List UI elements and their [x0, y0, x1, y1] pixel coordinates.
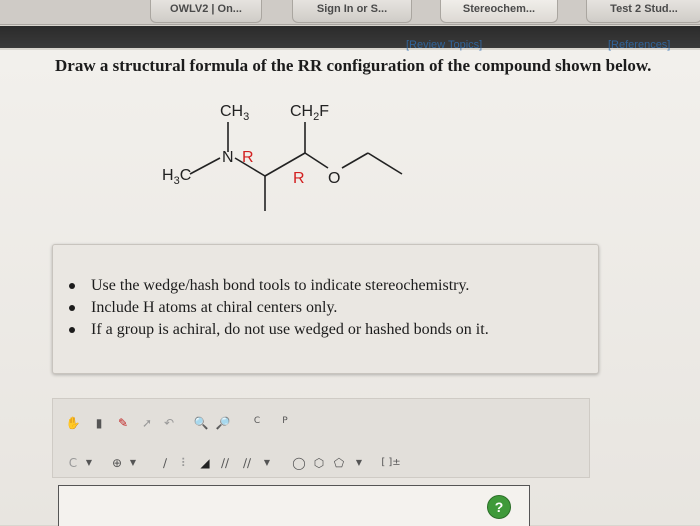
browser-tab-bar: OWLV2 | On... Sign In or S... Stereochem…	[0, 0, 700, 25]
references-link[interactable]: [References]	[608, 39, 670, 51]
chevron-down-icon[interactable]: ▼	[351, 455, 367, 471]
help-button[interactable]: ?	[487, 495, 511, 519]
stereo-label-r2: R	[293, 170, 305, 187]
molecule-bonds	[189, 122, 403, 211]
drawing-toolbar: ✋ ▮ ✎ ➚ ↶ 🔍 🔎 C P C ▼ ⊕ ▼ ∕ ⠇ ◢ ∕∕ ∕∕ ▼ …	[52, 398, 590, 478]
tab-test-2[interactable]: Test 2 Stud...	[586, 0, 700, 23]
cyclopentane-icon[interactable]: ⬠	[331, 455, 347, 471]
chevron-down-icon[interactable]: ▼	[259, 455, 275, 471]
stereo-label-r1: R	[242, 149, 254, 166]
charge-plus-icon[interactable]: ⊕	[109, 455, 125, 471]
tab-stereochem[interactable]: Stereochem...	[440, 0, 558, 23]
chevron-down-icon[interactable]: ▼	[81, 455, 97, 471]
wedge-bond-icon[interactable]: ◢	[197, 455, 213, 471]
question-emphasis: RR	[297, 56, 323, 75]
question-prefix: Draw a structural formula of the	[55, 56, 298, 75]
molecule-structure: CH3 CH2F H3C N R R O	[162, 103, 403, 211]
eraser-icon[interactable]: ▮	[91, 415, 107, 431]
pencil-icon[interactable]: ✎	[115, 415, 131, 431]
label-o: O	[328, 170, 340, 187]
double-bond-icon[interactable]: ∕∕	[217, 455, 233, 471]
instruction-item: Include H atoms at chiral centers only.	[69, 297, 489, 319]
question-text: Draw a structural formula of the RR conf…	[55, 56, 651, 76]
instructions-box: Use the wedge/hash bond tools to indicat…	[52, 244, 599, 374]
label-h3c: H3C	[162, 167, 191, 187]
drawing-canvas[interactable]	[58, 485, 530, 526]
hand-icon[interactable]: ✋	[65, 415, 81, 431]
atom-select[interactable]: C	[65, 455, 81, 471]
lasso-icon[interactable]: ➚	[139, 415, 155, 431]
triple-bond-icon[interactable]: ∕∕	[239, 455, 255, 471]
copy-icon[interactable]: C	[249, 413, 265, 429]
review-topics-link[interactable]: [Review Topics]	[406, 39, 482, 51]
zoom-out-icon[interactable]: 🔎	[215, 415, 231, 431]
label-ch3: CH3	[220, 103, 249, 123]
label-ch2f: CH2F	[290, 103, 329, 123]
undo-icon[interactable]: ↶	[161, 415, 177, 431]
instructions-list: Use the wedge/hash bond tools to indicat…	[69, 275, 489, 341]
header-bar	[0, 26, 700, 48]
chevron-down-icon[interactable]: ▼	[125, 455, 141, 471]
bond-methyl-n	[189, 157, 221, 175]
label-n: N	[222, 149, 234, 166]
bracket-icon[interactable]: [ ]±	[379, 455, 403, 471]
bond-c3-o	[304, 152, 329, 169]
zoom-in-icon[interactable]: 🔍	[193, 415, 209, 431]
bond-o-ethyl	[341, 152, 369, 169]
tab-sign-in[interactable]: Sign In or S...	[292, 0, 412, 23]
single-bond-icon[interactable]: ∕	[157, 455, 173, 471]
instruction-item: If a group is achiral, do not use wedged…	[69, 319, 489, 341]
hash-bond-icon[interactable]: ⠇	[177, 455, 193, 471]
tab-owlv2[interactable]: OWLV2 | On...	[150, 0, 262, 23]
hexagon-icon[interactable]: ⬡	[311, 455, 327, 471]
bond-ethyl	[367, 152, 403, 175]
ring-icon[interactable]: ◯	[291, 455, 307, 471]
paste-icon[interactable]: P	[277, 413, 293, 429]
instruction-item: Use the wedge/hash bond tools to indicat…	[69, 275, 489, 297]
question-suffix: configuration of the compound shown belo…	[322, 56, 652, 75]
